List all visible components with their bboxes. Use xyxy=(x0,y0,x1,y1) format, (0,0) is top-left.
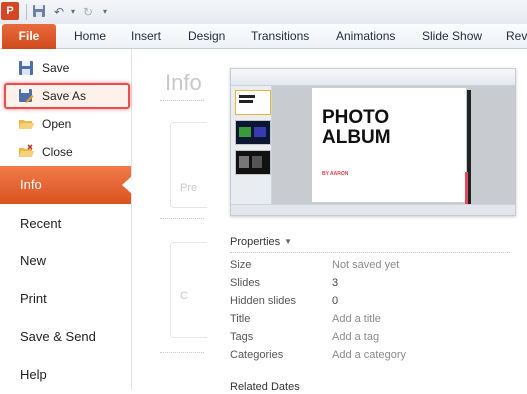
save-icon[interactable] xyxy=(31,4,47,20)
property-value: 3 xyxy=(332,277,339,289)
tab-transitions[interactable]: Transitions xyxy=(251,24,309,48)
menu-print[interactable]: Print xyxy=(0,280,131,318)
property-row-title[interactable]: Title Add a title xyxy=(230,313,520,331)
divider xyxy=(230,252,510,254)
property-tags-input[interactable]: Add a tag xyxy=(332,331,379,343)
open-folder-icon xyxy=(18,116,34,132)
slide-accent-bar-red xyxy=(465,172,468,204)
property-categories-input[interactable]: Add a category xyxy=(332,349,406,361)
divider xyxy=(160,100,204,102)
customize-qat-icon[interactable]: ▾ xyxy=(97,4,113,20)
menu-recent-label: Recent xyxy=(20,216,62,231)
tab-slide-show[interactable]: Slide Show xyxy=(422,24,482,48)
presentation-preview[interactable]: PHOTO ALBUM BY AARON xyxy=(230,68,516,216)
menu-close-label: Close xyxy=(42,145,73,159)
preview-status-bar xyxy=(231,204,515,215)
property-row-hidden-slides: Hidden slides 0 xyxy=(230,295,520,313)
close-file-icon xyxy=(18,144,34,160)
divider xyxy=(160,218,204,220)
save-icon xyxy=(18,60,34,76)
property-title-input[interactable]: Add a title xyxy=(332,313,381,325)
powerpoint-logo-icon[interactable]: P xyxy=(1,2,19,20)
menu-save-and-send-label: Save & Send xyxy=(20,329,96,344)
save-as-icon xyxy=(18,88,34,104)
menu-new-label: New xyxy=(20,253,47,268)
info-card-label: Pre xyxy=(180,182,198,194)
tab-review[interactable]: Revi xyxy=(506,24,527,48)
property-row-size: Size Not saved yet xyxy=(230,259,520,277)
menu-save[interactable]: Save xyxy=(4,56,126,80)
preview-slide: PHOTO ALBUM BY AARON xyxy=(312,88,471,204)
menu-print-label: Print xyxy=(20,291,47,306)
ribbon-tabs: File Home Insert Design Transitions Anim… xyxy=(0,24,527,49)
property-row-tags[interactable]: Tags Add a tag xyxy=(230,331,520,349)
divider xyxy=(160,352,204,354)
tab-animations[interactable]: Animations xyxy=(336,24,395,48)
preview-canvas: PHOTO ALBUM BY AARON xyxy=(272,86,515,204)
preview-slide-thumbnails xyxy=(231,86,272,204)
menu-help-label: Help xyxy=(20,367,47,382)
undo-dropdown-icon[interactable]: ▾ xyxy=(65,4,81,20)
menu-open-label: Open xyxy=(42,117,72,131)
property-row-categories[interactable]: Categories Add a category xyxy=(230,349,520,367)
preview-slide-title: PHOTO ALBUM xyxy=(322,108,422,148)
menu-close[interactable]: Close xyxy=(4,140,126,164)
properties-header-label: Properties xyxy=(230,236,281,248)
property-value: 0 xyxy=(332,295,339,307)
menu-new[interactable]: New xyxy=(0,242,131,280)
slide-title-line-1: PHOTO xyxy=(322,107,390,128)
property-key: Tags xyxy=(230,331,254,343)
redo-icon[interactable]: ↻ xyxy=(80,4,96,20)
tab-design[interactable]: Design xyxy=(188,24,225,48)
properties-header[interactable]: Properties ▼ xyxy=(230,236,292,248)
preview-thumb-2 xyxy=(235,120,271,145)
quick-access-toolbar: P ↶ ▾ ↻ ▾ xyxy=(0,0,527,24)
menu-save-label: Save xyxy=(42,61,70,75)
menu-recent[interactable]: Recent xyxy=(0,205,131,243)
menu-help[interactable]: Help xyxy=(0,356,131,394)
tab-home[interactable]: Home xyxy=(74,24,106,48)
related-dates-header: Related Dates xyxy=(230,381,300,393)
info-card-label: C xyxy=(180,290,188,302)
tab-file[interactable]: File xyxy=(2,24,56,49)
preview-slide-byline: BY AARON xyxy=(322,171,349,177)
info-card-permissions[interactable] xyxy=(170,122,207,208)
menu-info-label: Info xyxy=(20,177,42,192)
chevron-down-icon: ▼ xyxy=(284,237,293,246)
property-value: Not saved yet xyxy=(332,259,400,271)
menu-save-as[interactable]: Save As xyxy=(4,83,130,109)
property-key: Hidden slides xyxy=(230,295,297,307)
menu-info[interactable]: Info xyxy=(0,166,131,204)
menu-open[interactable]: Open xyxy=(4,112,126,136)
qat-separator xyxy=(26,4,27,20)
property-key: Slides xyxy=(230,277,260,289)
preview-ribbon xyxy=(231,69,515,86)
info-card-prepare[interactable] xyxy=(170,242,207,338)
preview-thumb-1 xyxy=(235,90,271,115)
preview-thumb-3 xyxy=(235,150,271,175)
backstage-menu: Save Save As Open Close Info Recent New … xyxy=(0,49,132,390)
menu-save-and-send[interactable]: Save & Send xyxy=(0,318,131,356)
property-row-slides: Slides 3 xyxy=(230,277,520,295)
tab-insert[interactable]: Insert xyxy=(131,24,161,48)
active-menu-pointer xyxy=(122,176,132,194)
property-key: Size xyxy=(230,259,252,271)
slide-title-line-2: ALBUM xyxy=(322,127,391,148)
info-title: Info xyxy=(165,70,202,95)
menu-save-as-label: Save As xyxy=(42,89,87,103)
property-key: Title xyxy=(230,313,251,325)
property-key: Categories xyxy=(230,349,284,361)
